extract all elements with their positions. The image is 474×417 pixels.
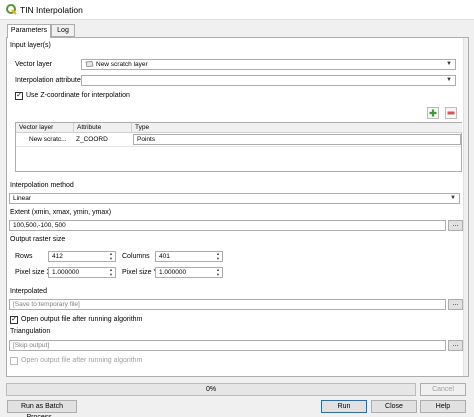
interpolated-browse-label: ...	[452, 300, 459, 307]
extent-value: 100,500,-100, 500	[13, 222, 66, 229]
help-label: Help	[435, 403, 451, 410]
tab-log[interactable]: Log	[51, 24, 75, 37]
extent-browse-button[interactable]: ...	[448, 220, 463, 231]
title-bar: TIN Interpolation	[0, 0, 474, 20]
vector-layer-label: Vector layer	[15, 61, 52, 68]
interpolated-open-after-checkbox[interactable]: ✓	[10, 316, 18, 324]
parameters-panel	[6, 37, 469, 377]
interpolation-method-combo[interactable]: Linear ▼	[9, 193, 460, 204]
table-row[interactable]: New scratc... Z_COORD Points	[16, 133, 461, 146]
plus-icon	[429, 109, 437, 117]
minus-icon	[447, 111, 455, 115]
interpolated-output-input[interactable]: [Save to temporary file]	[9, 299, 446, 310]
column-header-attribute[interactable]: Attribute	[74, 123, 132, 133]
window-title: TIN Interpolation	[20, 5, 83, 15]
triangulation-open-after-label: Open output file after running algorithm	[21, 357, 143, 364]
column-header-type[interactable]: Type	[132, 123, 462, 133]
triangulation-placeholder: [Skip output]	[13, 342, 50, 349]
add-layer-button[interactable]	[427, 107, 439, 119]
interpolated-label: Interpolated	[10, 288, 47, 295]
interpolation-method-value: Linear	[13, 195, 32, 202]
triangulation-browse-label: ...	[452, 341, 459, 348]
pixel-size-y-label: Pixel size Y	[122, 269, 159, 276]
table-divider	[16, 146, 461, 147]
progress-bar: 0%	[6, 383, 416, 396]
spin-arrows-icon[interactable]: ▲ ▼	[109, 267, 113, 277]
use-z-checkbox[interactable]: ✓	[15, 92, 23, 100]
interpolation-attribute-combo[interactable]: ▼	[81, 75, 456, 86]
input-layers-label: Input layer(s)	[10, 42, 51, 49]
vector-layer-value: New scratch layer	[96, 61, 148, 68]
output-raster-size-label: Output raster size	[10, 236, 66, 243]
spin-arrows-icon[interactable]: ▲ ▼	[109, 251, 113, 261]
pixel-size-x-value: 1.000000	[52, 269, 80, 276]
vertical-scrollbar[interactable]	[463, 38, 468, 376]
interpolation-method-label: Interpolation method	[10, 182, 74, 189]
triangulation-open-after-checkbox[interactable]	[10, 357, 18, 365]
chevron-down-icon: ▼	[450, 195, 456, 201]
column-header-vector-layer[interactable]: Vector layer	[16, 123, 74, 133]
run-batch-button[interactable]: Run as Batch Process...	[7, 400, 77, 417]
layers-table: Vector layer Attribute Type New scratc..…	[15, 122, 462, 172]
polygon-layer-icon	[85, 61, 94, 68]
interpolated-open-after-label: Open output file after running algorithm	[21, 316, 143, 323]
chevron-down-icon: ▼	[446, 61, 452, 67]
run-batch-label: Run as Batch Process...	[20, 403, 64, 417]
columns-spinbox[interactable]: 401 ▲ ▼	[155, 251, 223, 262]
pixel-size-y-value: 1.000000	[159, 269, 187, 276]
columns-value: 401	[159, 253, 170, 260]
interpolated-placeholder: [Save to temporary file]	[13, 301, 80, 308]
row-type-value: Points	[137, 136, 156, 143]
tab-parameters[interactable]: Parameters	[7, 24, 51, 38]
remove-layer-button[interactable]	[445, 107, 457, 119]
spin-arrows-icon[interactable]: ▲ ▼	[216, 251, 220, 261]
triangulation-output-input[interactable]: [Skip output]	[9, 340, 446, 351]
row-layer-cell: New scratc...	[29, 136, 67, 143]
pixel-size-y-spinbox[interactable]: 1.000000 ▲ ▼	[155, 267, 223, 278]
extent-label: Extent (xmin, xmax, ymin, ymax)	[10, 209, 112, 216]
help-button[interactable]: Help	[420, 400, 466, 413]
chevron-down-icon: ▼	[446, 77, 452, 83]
columns-label: Columns	[122, 253, 150, 260]
tab-parameters-label: Parameters	[10, 27, 48, 34]
use-z-label: Use Z-coordinate for interpolation	[26, 92, 130, 99]
vector-layer-combo[interactable]: New scratch layer ▼	[81, 59, 456, 70]
tab-log-label: Log	[57, 27, 69, 34]
spin-arrows-icon[interactable]: ▲ ▼	[216, 267, 220, 277]
triangulation-browse-button[interactable]: ...	[448, 340, 463, 351]
close-label: Close	[385, 403, 403, 410]
cancel-label: Cancel	[432, 386, 454, 393]
pixel-size-x-spinbox[interactable]: 1.000000 ▲ ▼	[48, 267, 116, 278]
run-label: Run	[337, 403, 351, 410]
progress-text: 0%	[205, 386, 217, 393]
cancel-button[interactable]: Cancel	[420, 383, 466, 396]
row-type-combo[interactable]: Points	[133, 134, 461, 145]
interpolated-browse-button[interactable]: ...	[448, 299, 463, 310]
extent-input[interactable]: 100,500,-100, 500	[9, 220, 446, 231]
close-button[interactable]: Close	[371, 400, 417, 413]
extent-browse-label: ...	[452, 221, 459, 228]
interpolation-attribute-label: Interpolation attribute	[15, 77, 81, 84]
rows-label: Rows	[15, 253, 33, 260]
row-attribute-cell: Z_COORD	[76, 136, 108, 143]
qgis-logo-icon	[6, 4, 17, 15]
triangulation-label: Triangulation	[10, 328, 51, 335]
pixel-size-x-label: Pixel size X	[15, 269, 52, 276]
rows-value: 412	[52, 253, 63, 260]
rows-spinbox[interactable]: 412 ▲ ▼	[48, 251, 116, 262]
run-button[interactable]: Run	[321, 400, 367, 413]
